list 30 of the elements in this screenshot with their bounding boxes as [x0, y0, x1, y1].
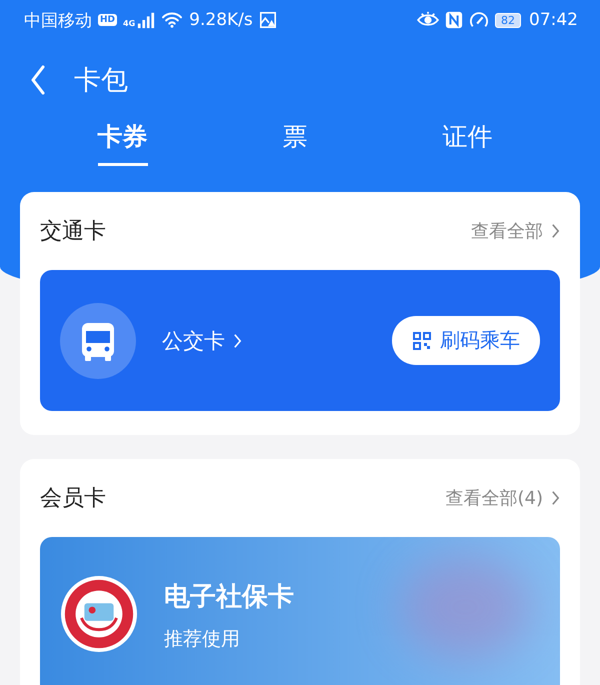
bus-icon — [60, 302, 136, 378]
network-type: 4G — [123, 18, 136, 28]
social-card[interactable]: 电子社保卡 推荐使用 — [40, 537, 560, 685]
battery-level: 82 — [495, 12, 521, 28]
chevron-right-icon — [551, 223, 560, 239]
chevron-right-icon — [233, 332, 242, 348]
view-all-link[interactable]: 查看全部(4) — [446, 486, 560, 510]
section-title: 会员卡 — [40, 485, 106, 513]
speedometer-icon — [469, 11, 489, 29]
ride-code-button[interactable]: 刷码乘车 — [392, 316, 540, 365]
card-name: 电子社保卡 — [164, 581, 294, 614]
tab[interactable]: 证件 — [442, 120, 492, 166]
transit-card[interactable]: 公交卡 刷码乘车 — [40, 270, 560, 411]
section-title: 交通卡 — [40, 218, 106, 246]
page-title: 卡包 — [74, 64, 128, 98]
hd-badge: HD — [98, 14, 118, 26]
wifi-icon — [161, 11, 184, 29]
image-warning-icon — [258, 11, 277, 29]
network-speed: 9.28K/s — [189, 10, 253, 30]
chevron-right-icon — [551, 490, 560, 506]
view-all-link[interactable]: 查看全部 — [471, 219, 560, 243]
qr-code-icon — [412, 330, 432, 350]
tab[interactable]: 票 — [282, 120, 308, 166]
card-name-link[interactable]: 公交卡 — [162, 326, 366, 354]
signal-icon — [137, 11, 156, 29]
badge-logo-icon — [60, 575, 138, 653]
carrier-name: 中国移动 — [24, 10, 92, 32]
card-subtitle: 推荐使用 — [164, 627, 241, 652]
tab[interactable]: 卡券 — [98, 120, 148, 166]
clock-time: 07:42 — [529, 10, 578, 30]
